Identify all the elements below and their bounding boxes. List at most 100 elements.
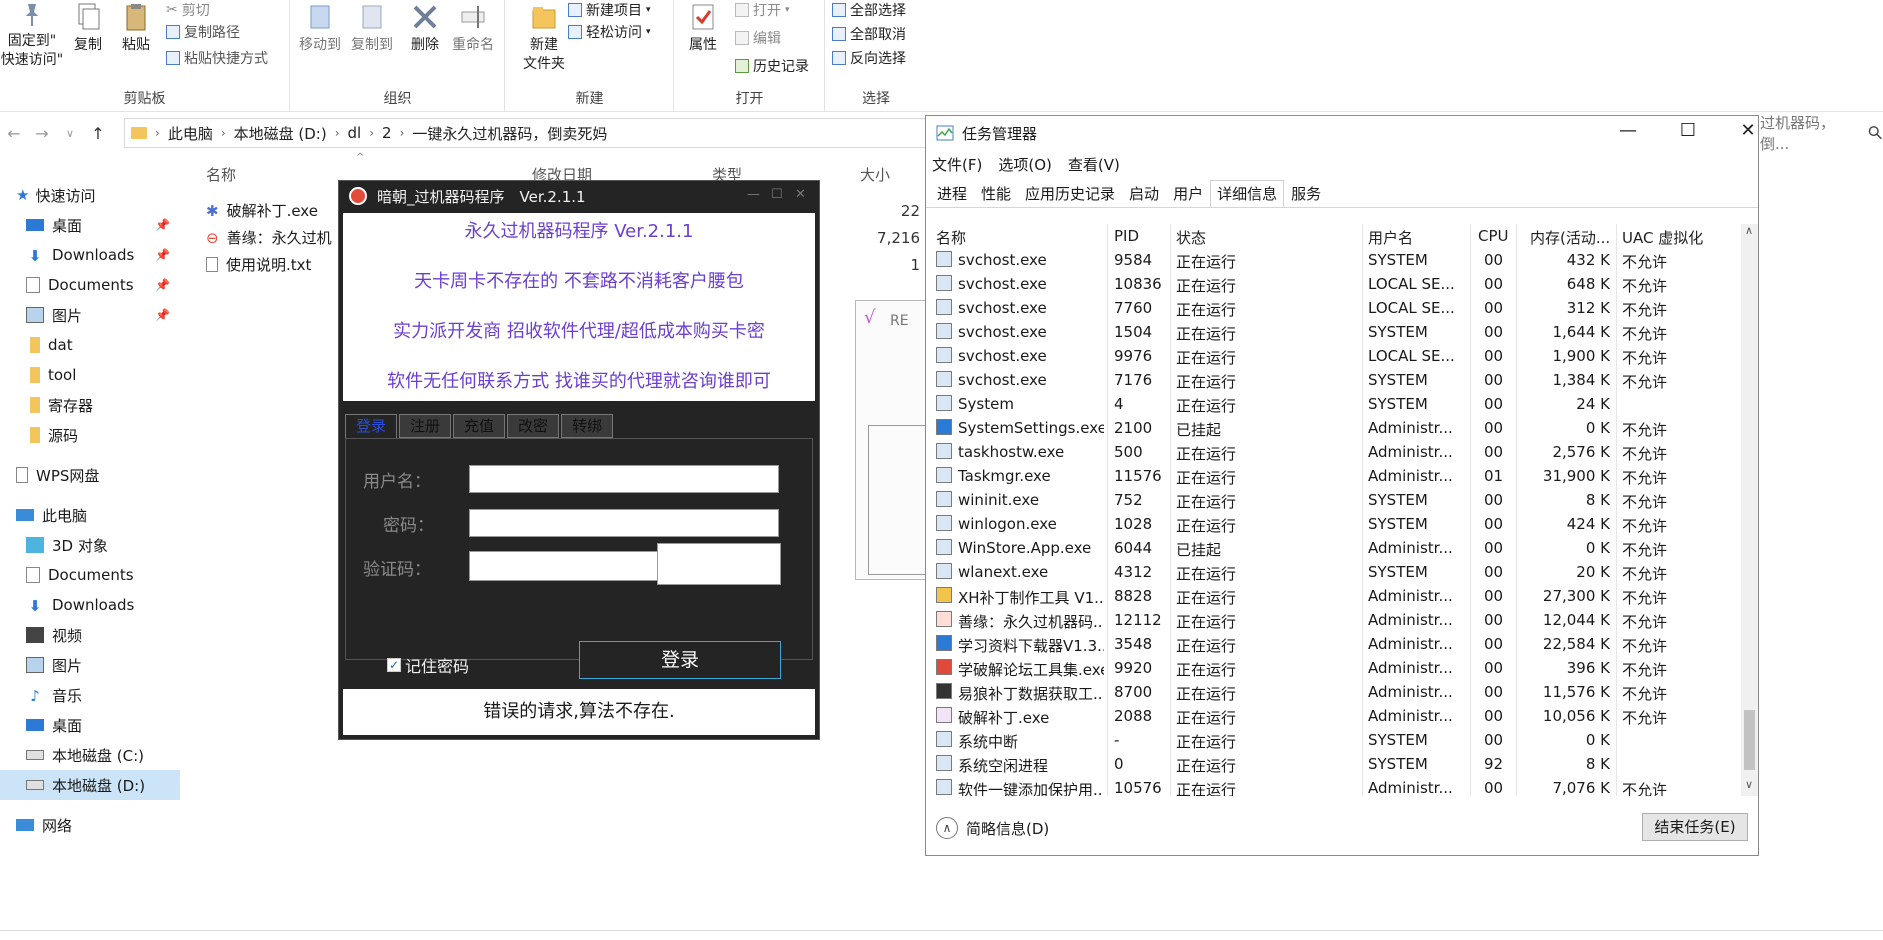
nav-pc-documents[interactable]: Documents bbox=[26, 560, 180, 590]
breadcrumb-item[interactable]: 一键永久过机器码，倒卖死妈 bbox=[412, 123, 607, 144]
select-all-button[interactable]: 全部选择 bbox=[832, 0, 906, 20]
maximize-icon[interactable]: ☐ bbox=[771, 187, 783, 202]
move-to-button[interactable]: 移动到 bbox=[295, 2, 345, 55]
fewer-details-button[interactable]: ∧ 简略信息(D) bbox=[936, 817, 1049, 839]
up-arrow-icon[interactable]: ↑ bbox=[84, 124, 112, 143]
nav-pc-pictures[interactable]: 图片 bbox=[26, 650, 180, 680]
table-row[interactable]: 系统中断 - 正在运行 SYSTEM 00 0 K bbox=[930, 728, 1740, 752]
breadcrumb-item[interactable]: 本地磁盘 (D:) bbox=[234, 123, 327, 144]
table-row[interactable]: XH补丁制作工具 V1.... 8828 正在运行 Administr... 00 27,… bbox=[930, 584, 1740, 608]
copy-button[interactable]: 复制 bbox=[68, 2, 108, 55]
menu-options[interactable]: 选项(O) bbox=[998, 154, 1052, 175]
edit-button[interactable]: 编辑 bbox=[735, 28, 781, 48]
nav-dat[interactable]: dat bbox=[26, 330, 180, 360]
table-row[interactable]: SystemSettings.exe 2100 已挂起 Administr... 00 0… bbox=[930, 416, 1740, 440]
nav-source[interactable]: 源码 bbox=[26, 420, 180, 450]
rename-button[interactable]: 重命名 bbox=[447, 2, 499, 55]
captcha-image[interactable] bbox=[657, 543, 781, 585]
column-header-username[interactable]: 用户名 bbox=[1368, 227, 1413, 248]
nav-pc-downloads[interactable]: ⬇ Downloads bbox=[26, 590, 180, 620]
file-row[interactable]: ⊖ 善缘：永久过机 bbox=[206, 227, 332, 248]
tab-rebind[interactable]: 转绑 bbox=[561, 414, 614, 438]
breadcrumb-item[interactable]: dl bbox=[348, 124, 362, 142]
table-row[interactable]: 软件一键添加保护用... 10576 正在运行 Administr... 00 7,076… bbox=[930, 776, 1740, 796]
table-row[interactable]: svchost.exe 9584 正在运行 SYSTEM 00 432 K 不允许 bbox=[930, 248, 1740, 272]
captcha-input[interactable] bbox=[469, 551, 665, 581]
table-row[interactable]: 学破解论坛工具集.exe 9920 正在运行 Administr... 00 396 K 不… bbox=[930, 656, 1740, 680]
file-row[interactable]: ✱ 破解补丁.exe bbox=[206, 200, 318, 221]
login-button[interactable]: 登录 bbox=[579, 641, 781, 679]
forward-arrow-icon[interactable]: → bbox=[28, 124, 56, 143]
open-button[interactable]: 打开 ▾ bbox=[735, 0, 790, 20]
nav-registers[interactable]: 寄存器 bbox=[26, 390, 180, 420]
table-row[interactable]: taskhostw.exe 500 正在运行 Administr... 00 2,576 … bbox=[930, 440, 1740, 464]
column-header-cpu[interactable]: CPU bbox=[1478, 227, 1509, 245]
history-button[interactable]: 历史记录 bbox=[735, 56, 809, 76]
close-icon[interactable]: ✕ bbox=[1728, 120, 1768, 141]
nav-3d-objects[interactable]: 3D 对象 bbox=[26, 530, 180, 560]
menu-view[interactable]: 查看(V) bbox=[1068, 154, 1120, 175]
scrollbar-thumb[interactable] bbox=[1744, 710, 1755, 770]
tab-change-password[interactable]: 改密 bbox=[507, 414, 560, 438]
scroll-down-icon[interactable]: ∨ bbox=[1745, 778, 1753, 791]
maximize-icon[interactable]: ☐ bbox=[1668, 120, 1708, 141]
tab-login[interactable]: 登录 bbox=[345, 414, 398, 438]
tab-processes[interactable]: 进程 bbox=[930, 180, 974, 208]
table-row[interactable]: WinStore.App.exe 6044 已挂起 Administr... 00 0 K… bbox=[930, 536, 1740, 560]
back-arrow-icon[interactable]: ← bbox=[0, 124, 28, 143]
table-row[interactable]: 易狼补丁数据获取工... 8700 正在运行 Administr... 00 11,576… bbox=[930, 680, 1740, 704]
tab-details[interactable]: 详细信息 bbox=[1210, 180, 1285, 208]
nav-drive-c[interactable]: 本地磁盘 (C:) bbox=[26, 740, 180, 770]
file-row[interactable]: 使用说明.txt bbox=[206, 254, 311, 275]
tab-recharge[interactable]: 充值 bbox=[453, 414, 506, 438]
column-header-size[interactable]: 大小 bbox=[860, 164, 890, 185]
nav-pictures[interactable]: 图片 📌 bbox=[26, 300, 180, 330]
end-task-button[interactable]: 结束任务(E) bbox=[1642, 813, 1748, 841]
close-icon[interactable]: ✕ bbox=[795, 187, 806, 202]
table-row[interactable]: 破解补丁.exe 2088 正在运行 Administr... 00 10,056 K 不允… bbox=[930, 704, 1740, 728]
recent-chevron-down-icon[interactable]: ∨ bbox=[56, 127, 84, 140]
select-none-button[interactable]: 全部取消 bbox=[832, 24, 906, 44]
nav-documents[interactable]: Documents 📌 bbox=[26, 270, 180, 300]
copy-to-button[interactable]: 复制到 bbox=[347, 2, 397, 55]
scroll-up-icon[interactable]: ∧ bbox=[1745, 224, 1753, 237]
new-item-button[interactable]: 新建项目 ▾ bbox=[568, 0, 651, 20]
password-input[interactable] bbox=[469, 509, 779, 537]
delete-button[interactable]: 删除 bbox=[405, 2, 445, 55]
table-row[interactable]: System 4 正在运行 SYSTEM 00 24 K bbox=[930, 392, 1740, 416]
menu-file[interactable]: 文件(F) bbox=[932, 154, 982, 175]
table-row[interactable]: svchost.exe 7176 正在运行 SYSTEM 00 1,384 K 不允许 bbox=[930, 368, 1740, 392]
nav-drive-d[interactable]: 本地磁盘 (D:) bbox=[0, 770, 180, 800]
paste-button[interactable]: 粘贴 bbox=[116, 2, 156, 55]
tab-performance[interactable]: 性能 bbox=[974, 180, 1018, 208]
nav-videos[interactable]: 视频 bbox=[26, 620, 180, 650]
column-header-name[interactable]: 名称 bbox=[206, 164, 236, 185]
nav-music[interactable]: ♪ 音乐 bbox=[26, 680, 180, 710]
table-row[interactable]: wininit.exe 752 正在运行 SYSTEM 00 8 K 不允许 bbox=[930, 488, 1740, 512]
table-row[interactable]: wlanext.exe 4312 正在运行 SYSTEM 00 20 K 不允许 bbox=[930, 560, 1740, 584]
nav-this-pc[interactable]: 此电脑 bbox=[16, 500, 196, 530]
tab-startup[interactable]: 启动 bbox=[1122, 180, 1166, 208]
table-row[interactable]: svchost.exe 10836 正在运行 LOCAL SE... 00 648 K 不允… bbox=[930, 272, 1740, 296]
tab-services[interactable]: 服务 bbox=[1284, 180, 1328, 208]
tab-users[interactable]: 用户 bbox=[1166, 180, 1210, 208]
nav-pc-desktop[interactable]: 桌面 bbox=[26, 710, 180, 740]
column-header-memory[interactable]: 内存(活动... bbox=[1530, 227, 1610, 248]
column-header-pid[interactable]: PID bbox=[1114, 227, 1139, 245]
table-row[interactable]: 善缘：永久过机器码.... 12112 正在运行 Administr... 00 12,0… bbox=[930, 608, 1740, 632]
nav-wps-cloud[interactable]: WPS网盘 bbox=[16, 460, 196, 490]
nav-downloads[interactable]: ⬇ Downloads 📌 bbox=[26, 240, 180, 270]
search-box[interactable]: 过机器码，倒... bbox=[1760, 114, 1883, 153]
vertical-scrollbar[interactable]: ∧ ∨ bbox=[1741, 224, 1758, 796]
table-row[interactable]: 系统空闲进程 0 正在运行 SYSTEM 92 8 K bbox=[930, 752, 1740, 776]
nav-tool[interactable]: tool bbox=[26, 360, 180, 390]
tab-register[interactable]: 注册 bbox=[399, 414, 452, 438]
nav-network[interactable]: 网络 bbox=[16, 810, 196, 840]
table-row[interactable]: svchost.exe 9976 正在运行 LOCAL SE... 00 1,900 K 不… bbox=[930, 344, 1740, 368]
nav-desktop[interactable]: 桌面 📌 bbox=[26, 210, 180, 240]
copy-path-button[interactable]: 复制路径 bbox=[166, 22, 240, 42]
properties-button[interactable]: 属性 bbox=[681, 2, 725, 55]
table-row[interactable]: svchost.exe 1504 正在运行 SYSTEM 00 1,644 K 不允许 bbox=[930, 320, 1740, 344]
column-header-uac[interactable]: UAC 虚拟化 bbox=[1622, 227, 1703, 248]
easy-access-button[interactable]: 轻松访问 ▾ bbox=[568, 22, 651, 42]
